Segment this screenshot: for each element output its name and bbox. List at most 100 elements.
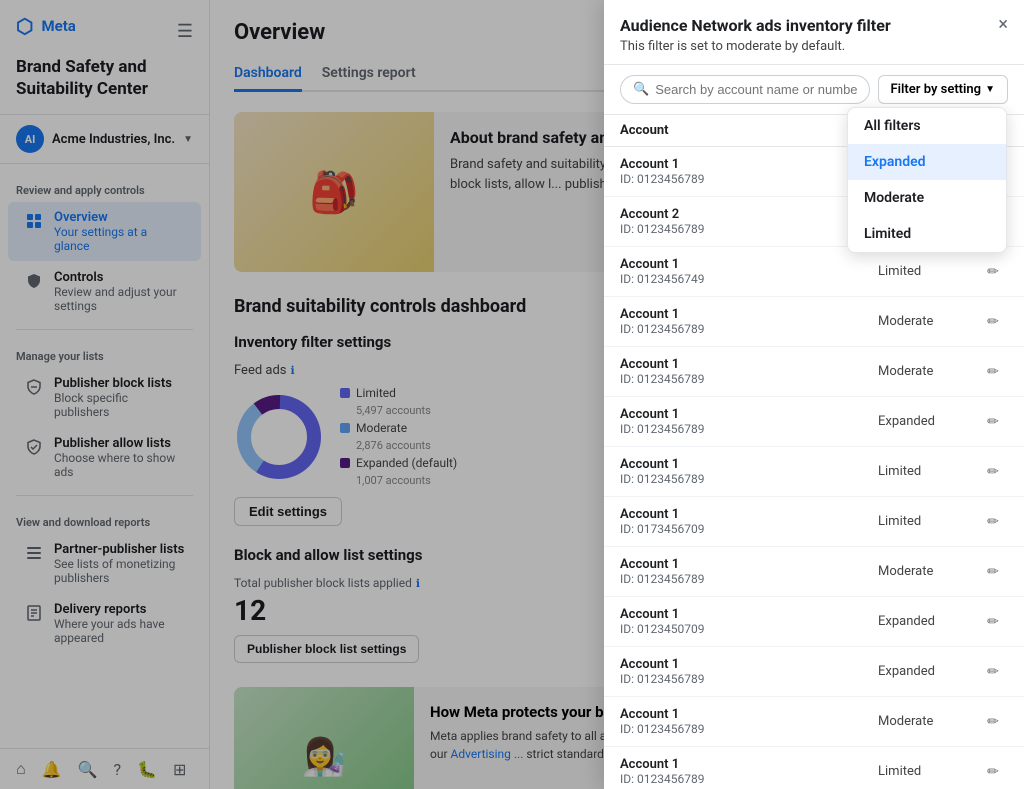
sidebar-account-selector[interactable]: AI Acme Industries, Inc. ▼	[0, 115, 209, 164]
account-name: Account 1	[620, 457, 878, 472]
search-icon[interactable]: 🔍	[78, 760, 98, 779]
filter-option-limited[interactable]: Limited	[848, 216, 1006, 252]
partner-lists-sublabel: See lists of monetizing publishers	[54, 557, 185, 585]
sidebar-item-block-lists[interactable]: Publisher block lists Block specific pub…	[8, 368, 201, 427]
edit-icon[interactable]: ✏	[978, 314, 1008, 330]
section-label-controls: Review and apply controls	[0, 172, 209, 201]
help-icon[interactable]: ?	[114, 760, 122, 779]
overview-label: Overview	[54, 210, 185, 225]
block-lists-label: Total publisher block lists applied ℹ	[234, 576, 597, 590]
block-shield-icon	[24, 377, 44, 397]
edit-settings-btn-feed[interactable]: Edit settings	[234, 497, 342, 526]
home-icon[interactable]: ⌂	[16, 759, 26, 779]
setting-badge: Moderate	[878, 714, 978, 729]
sidebar-item-allow-lists[interactable]: Publisher allow lists Choose where to sh…	[8, 428, 201, 487]
edit-icon[interactable]: ✏	[978, 264, 1008, 280]
expanded-dot	[340, 458, 350, 468]
setting-badge: Limited	[878, 514, 978, 529]
filter-option-moderate[interactable]: Moderate	[848, 180, 1006, 216]
tab-settings-report[interactable]: Settings report	[322, 57, 416, 92]
setting-badge: Expanded	[878, 414, 978, 429]
search-input[interactable]	[655, 82, 856, 97]
edit-icon[interactable]: ✏	[978, 614, 1008, 630]
account-id: ID: 0123456789	[620, 772, 878, 786]
table-row: Account 1 ID: 0123456749 Limited ✏	[604, 247, 1024, 297]
filter-option-all[interactable]: All filters	[848, 108, 1006, 144]
account-info: Account 1 ID: 0123456789	[620, 757, 878, 786]
moderate-label: Moderate	[356, 421, 407, 435]
setting-badge: Moderate	[878, 564, 978, 579]
close-icon[interactable]: ×	[998, 16, 1008, 34]
sidebar-item-delivery-reports[interactable]: Delivery reports Where your ads have app…	[8, 594, 201, 653]
limited-count: 5,497 accounts	[356, 404, 457, 417]
feed-ads-donut	[234, 392, 324, 482]
account-info: Account 1 ID: 0123456789	[620, 457, 878, 486]
panel-header: Audience Network ads inventory filter × …	[604, 0, 1024, 65]
sidebar-logo: ⬡ Meta	[16, 14, 76, 38]
filter-by-setting-button[interactable]: Filter by setting ▼ All filters Expanded…	[878, 75, 1008, 104]
edit-icon[interactable]: ✏	[978, 664, 1008, 680]
setting-badge: Expanded	[878, 664, 978, 679]
limited-dot	[340, 388, 350, 398]
edit-icon[interactable]: ✏	[978, 364, 1008, 380]
section-label-reports: View and download reports	[0, 504, 209, 533]
edit-icon[interactable]: ✏	[978, 764, 1008, 780]
table-row: Account 1 ID: 0123456789 Limited ✏	[604, 747, 1024, 789]
sidebar-item-partner-lists[interactable]: Partner-publisher lists See lists of mon…	[8, 534, 201, 593]
hamburger-icon[interactable]: ☰	[177, 21, 193, 42]
account-info: Account 1 ID: 0123456789	[620, 307, 878, 336]
allow-lists-label: Publisher allow lists	[54, 436, 185, 451]
account-name: Account 1	[620, 357, 878, 372]
expanded-label: Expanded (default)	[356, 456, 457, 470]
table-row: Account 1 ID: 0123456789 Moderate ✏	[604, 547, 1024, 597]
apps-icon[interactable]: ⊞	[173, 760, 186, 779]
account-name: Account 1	[620, 607, 878, 622]
block-list-settings-btn[interactable]: Publisher block list settings	[234, 635, 419, 663]
expanded-count: 1,007 accounts	[356, 474, 457, 487]
sidebar-item-controls[interactable]: Controls Review and adjust your settings	[8, 262, 201, 321]
setting-badge: Expanded	[878, 614, 978, 629]
account-id: ID: 0123456789	[620, 572, 878, 586]
table-row: Account 1 ID: 0123456789 Limited ✏	[604, 447, 1024, 497]
advertising-standards-link[interactable]: Advertising ...	[451, 747, 524, 761]
delivery-reports-label: Delivery reports	[54, 602, 185, 617]
bug-icon[interactable]: 🐛	[137, 760, 157, 779]
bell-icon[interactable]: 🔔	[42, 760, 62, 779]
edit-icon[interactable]: ✏	[978, 714, 1008, 730]
edit-icon[interactable]: ✏	[978, 414, 1008, 430]
tab-dashboard[interactable]: Dashboard	[234, 57, 302, 92]
edit-icon[interactable]: ✏	[978, 464, 1008, 480]
filter-option-expanded[interactable]: Expanded	[848, 144, 1006, 180]
account-name: Account 1	[620, 307, 878, 322]
table-row: Account 1 ID: 0123456789 Expanded ✏	[604, 647, 1024, 697]
delivery-reports-sublabel: Where your ads have appeared	[54, 617, 185, 645]
account-name: Acme Industries, Inc.	[52, 132, 175, 147]
inventory-filter-panel: Audience Network ads inventory filter × …	[604, 0, 1024, 789]
meta-logo-icon: ⬡	[16, 14, 33, 38]
account-name: Account 1	[620, 507, 878, 522]
account-id: ID: 0123456789	[620, 722, 878, 736]
feed-ads-label: Feed ads ℹ	[234, 363, 597, 378]
edit-icon[interactable]: ✏	[978, 514, 1008, 530]
promo-illustration: 🎒	[234, 112, 434, 272]
moderate-dot	[340, 423, 350, 433]
table-row: Account 1 ID: 0123456789 Moderate ✏	[604, 697, 1024, 747]
account-info: Account 1 ID: 0173456709	[620, 507, 878, 536]
controls-label: Controls	[54, 270, 185, 285]
filter-btn-label: Filter by setting	[891, 82, 982, 97]
sidebar-item-overview[interactable]: Overview Your settings at a glance	[8, 202, 201, 261]
panel-title: Audience Network ads inventory filter	[620, 16, 891, 35]
limited-label: Limited	[356, 386, 396, 400]
how-illustration: 👩‍🔬	[234, 687, 414, 789]
account-name: Account 1	[620, 157, 878, 172]
search-container: 🔍	[620, 75, 870, 104]
account-id: ID: 0123456789	[620, 172, 878, 186]
feed-ads-info-icon: ℹ	[291, 364, 295, 377]
edit-icon[interactable]: ✏	[978, 564, 1008, 580]
table-row: Account 1 ID: 0123450709 Expanded ✏	[604, 597, 1024, 647]
table-row: Account 1 ID: 0123456789 Moderate ✏	[604, 297, 1024, 347]
block-lists-info-icon: ℹ	[416, 577, 420, 590]
account-info: Account 1 ID: 0123456789	[620, 357, 878, 386]
block-lists-count: 12	[234, 594, 597, 627]
account-name: Account 2	[620, 207, 878, 222]
